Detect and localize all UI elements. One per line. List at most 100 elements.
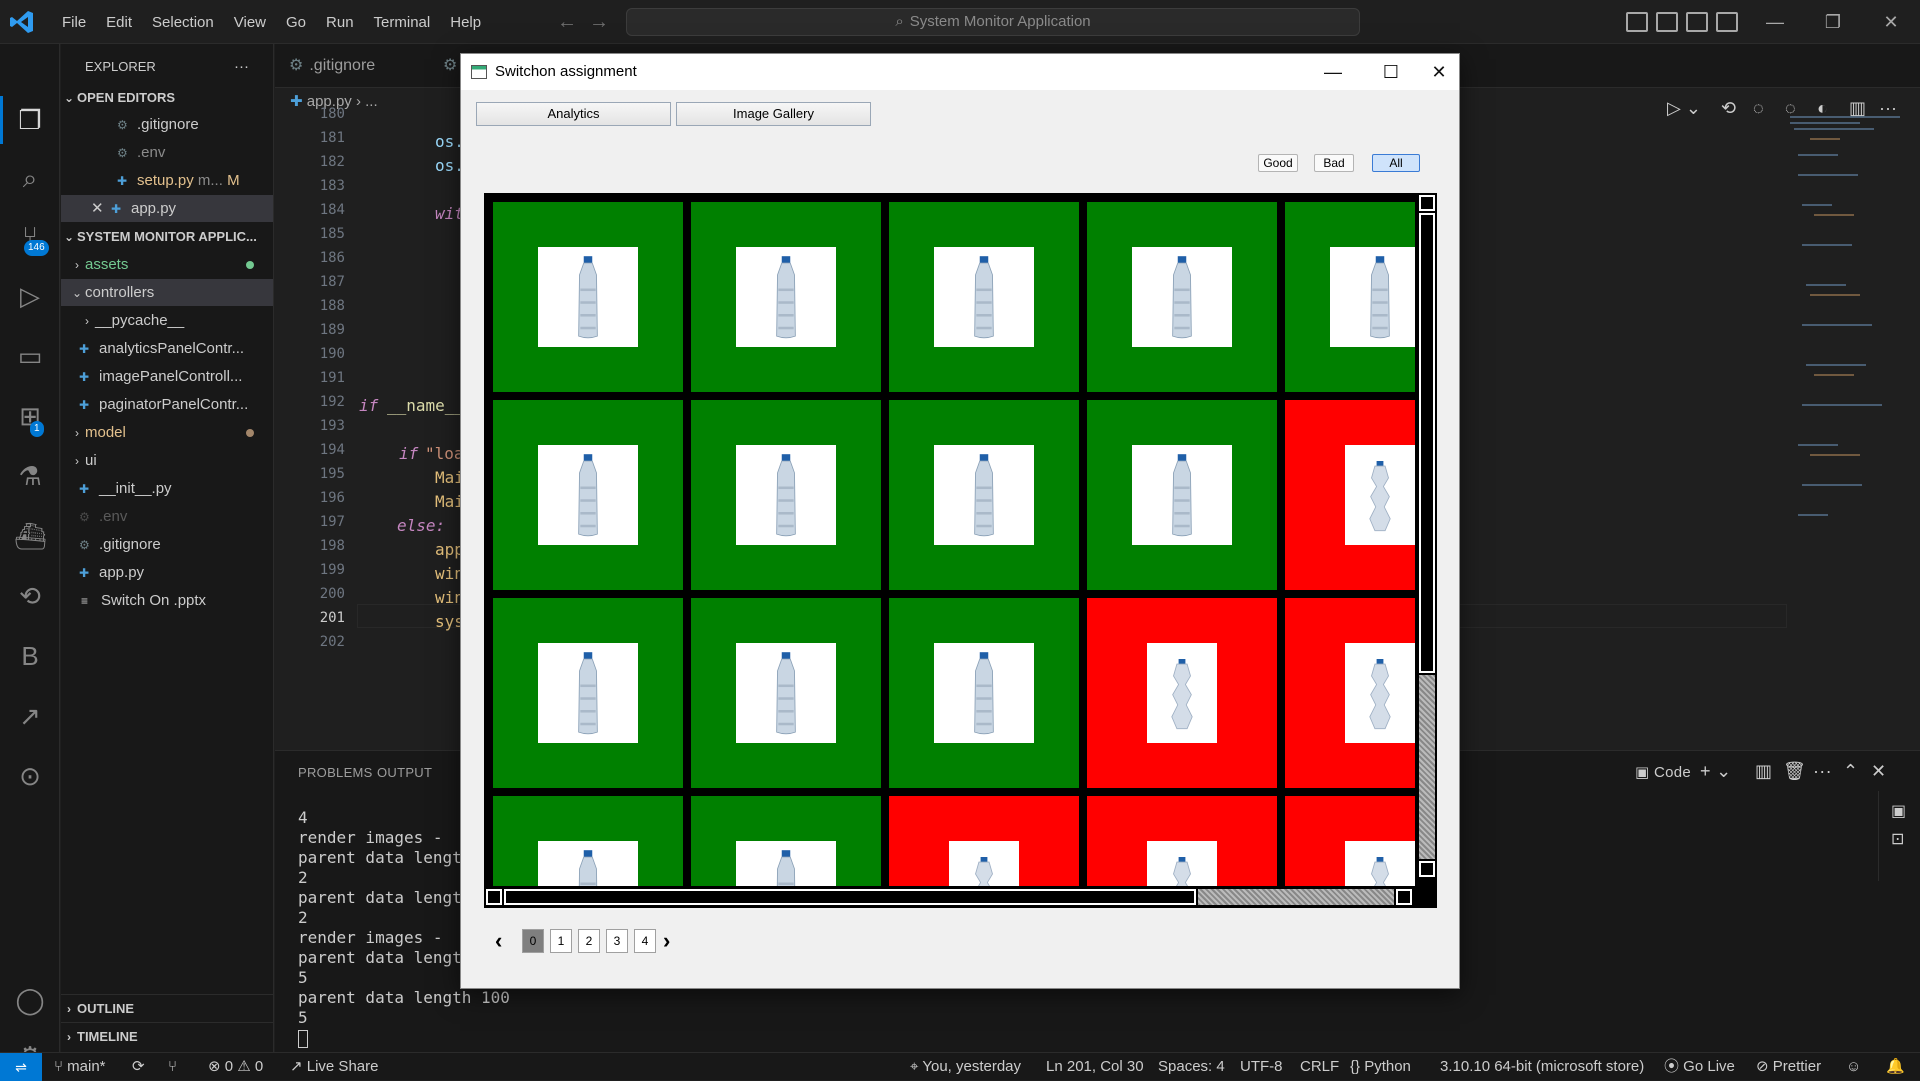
remote-indicator-icon[interactable]: ⇌ (0, 1053, 42, 1081)
minimap[interactable] (1790, 114, 1910, 524)
more-actions-icon[interactable]: ··· (1813, 761, 1832, 782)
github-icon[interactable]: ⊙ (14, 760, 46, 792)
toggle-primary-sidebar-icon[interactable] (1626, 12, 1648, 32)
vertical-scrollbar[interactable] (1415, 193, 1437, 908)
gallery-cell-good[interactable] (493, 202, 683, 392)
toggle-secondary-sidebar-icon[interactable] (1686, 12, 1708, 32)
page-button[interactable]: 1 (550, 929, 572, 953)
tree-file[interactable]: ⚙ .gitignore (61, 531, 273, 558)
gallery-cell-good[interactable] (889, 202, 1079, 392)
encoding[interactable]: UTF-8 (1240, 1053, 1283, 1081)
maximize-panel-icon[interactable]: ⌃ (1843, 761, 1858, 782)
close-icon[interactable]: ✕ (1876, 10, 1906, 34)
tree-file[interactable]: ✚ app.py (61, 559, 273, 586)
scroll-left-icon[interactable] (486, 889, 502, 905)
language-mode[interactable]: {} Python (1350, 1053, 1411, 1081)
tab-analytics[interactable]: Analytics (476, 102, 671, 126)
gallery-cell-good[interactable] (691, 400, 881, 590)
tab-settings-file[interactable]: ⚙ (429, 44, 457, 88)
indentation[interactable]: Spaces: 4 (1158, 1053, 1225, 1081)
breadcrumb-symbol[interactable]: ... (365, 93, 378, 110)
page-button[interactable]: 4 (634, 929, 656, 953)
end-of-line[interactable]: CRLF (1300, 1053, 1339, 1081)
more-actions-icon[interactable]: ··· (234, 53, 264, 80)
gallery-cell-good[interactable] (1087, 400, 1277, 590)
notifications-icon[interactable]: 🔔 (1886, 1053, 1905, 1081)
search-icon[interactable]: ⌕ (14, 162, 46, 194)
tree-file[interactable]: ⚙ .env (61, 503, 273, 530)
app-minimize-icon[interactable]: — (1313, 58, 1353, 86)
prettier-status[interactable]: ⊘ Prettier (1756, 1053, 1821, 1081)
minimize-icon[interactable]: — (1760, 10, 1790, 34)
close-icon[interactable]: ✕ (91, 195, 111, 222)
tree-folder[interactable]: › ui (61, 447, 273, 474)
vertical-scroll-track[interactable] (1419, 675, 1435, 859)
open-editor-item[interactable]: ✚ setup.py m... M (61, 167, 273, 194)
customize-layout-icon[interactable] (1716, 12, 1738, 32)
page-button[interactable]: 3 (606, 929, 628, 953)
gallery-cell-good[interactable] (691, 202, 881, 392)
tree-file[interactable]: ✚ __init__.py (61, 475, 273, 502)
menu-view[interactable]: View (224, 14, 276, 31)
remote-explorer-icon[interactable]: ▭ (14, 340, 46, 372)
tab-image-gallery[interactable]: Image Gallery (676, 102, 871, 126)
run-debug-icon[interactable]: ▷ (14, 280, 46, 312)
live-share-status[interactable]: ↗ Live Share (290, 1053, 378, 1081)
gallery-cell-good[interactable] (889, 400, 1079, 590)
image-gallery-grid[interactable] (484, 193, 1437, 908)
new-terminal-icon[interactable]: + ⌄ (1700, 761, 1732, 782)
tree-file[interactable]: ✚ paginatorPanelContr... (61, 391, 273, 418)
testing-icon[interactable]: ⚗ (14, 460, 46, 492)
back-arrow-icon[interactable]: ← (555, 10, 579, 34)
scroll-right-icon[interactable] (1396, 889, 1412, 905)
git-blame-status[interactable]: ⌖ You, yesterday (910, 1053, 1021, 1081)
tree-folder[interactable]: ⌄ controllers (61, 279, 273, 306)
compare-changes-icon[interactable]: ⟲ (1721, 98, 1736, 119)
filter-good-button[interactable]: Good (1258, 154, 1298, 172)
go-live-status[interactable]: ⦿ Go Live (1664, 1053, 1735, 1081)
horizontal-scroll-track[interactable] (1198, 889, 1394, 905)
tree-file[interactable]: ✚ imagePanelControll... (61, 363, 273, 390)
gallery-cell-bad[interactable] (1087, 598, 1277, 788)
toggle-panel-icon[interactable] (1656, 12, 1678, 32)
gallery-cell-good[interactable] (691, 598, 881, 788)
tree-folder[interactable]: › assets (61, 251, 273, 278)
scroll-up-icon[interactable] (1419, 195, 1435, 211)
open-editors-header[interactable]: ⌄ OPEN EDITORS (61, 84, 273, 111)
tree-folder[interactable]: › model (61, 419, 273, 446)
open-editor-item[interactable]: ⚙ .env (61, 139, 273, 166)
accounts-icon[interactable]: ◯ (14, 984, 46, 1016)
scroll-down-icon[interactable] (1419, 861, 1435, 877)
terminal-instance-icon[interactable]: ⊡ (1891, 829, 1904, 849)
menu-edit[interactable]: Edit (96, 14, 142, 31)
tab-output[interactable]: OUTPUT (377, 765, 432, 780)
restore-icon[interactable]: ❐ (1818, 10, 1848, 34)
filter-all-button[interactable]: All (1372, 154, 1420, 172)
menu-run[interactable]: Run (316, 14, 364, 31)
filter-bad-button[interactable]: Bad (1314, 154, 1354, 172)
gallery-cell-good[interactable] (493, 598, 683, 788)
cursor-position[interactable]: Ln 201, Col 30 (1046, 1053, 1144, 1081)
gallery-cell-good[interactable] (889, 598, 1079, 788)
split-terminal-icon[interactable]: ▥ (1755, 761, 1772, 782)
live-share-icon[interactable]: ↗ (14, 700, 46, 732)
problems-status[interactable]: ⊗ 0 ⚠ 0 (208, 1053, 263, 1081)
tree-file[interactable]: ≡ Switch On .pptx (61, 587, 273, 614)
previous-page-icon[interactable]: ‹ (495, 928, 502, 954)
timeline-header[interactable]: › TIMELINE (61, 1022, 273, 1049)
forward-arrow-icon[interactable]: → (587, 10, 611, 34)
python-interpreter[interactable]: 3.10.10 64-bit (microsoft store) (1440, 1053, 1644, 1081)
open-editor-item[interactable]: ⚙ .gitignore (61, 111, 273, 138)
open-editor-item[interactable]: ✕ ✚ app.py (61, 195, 273, 222)
next-page-icon[interactable]: › (663, 928, 670, 954)
menu-terminal[interactable]: Terminal (364, 14, 441, 31)
app-close-icon[interactable]: ✕ (1419, 58, 1459, 86)
command-center-search[interactable]: ⌕ System Monitor Application (626, 8, 1360, 36)
explorer-icon[interactable]: ❐ (14, 104, 46, 136)
gallery-cell-good[interactable] (1087, 202, 1277, 392)
git-graph-status-icon[interactable]: ⑂ (168, 1053, 177, 1081)
terminal-instance-icon[interactable]: ▣ (1891, 801, 1906, 821)
terminal-selector[interactable]: ▣ Code (1635, 763, 1691, 781)
tab-problems[interactable]: PROBLEMS (298, 765, 373, 780)
page-button[interactable]: 0 (522, 929, 544, 953)
